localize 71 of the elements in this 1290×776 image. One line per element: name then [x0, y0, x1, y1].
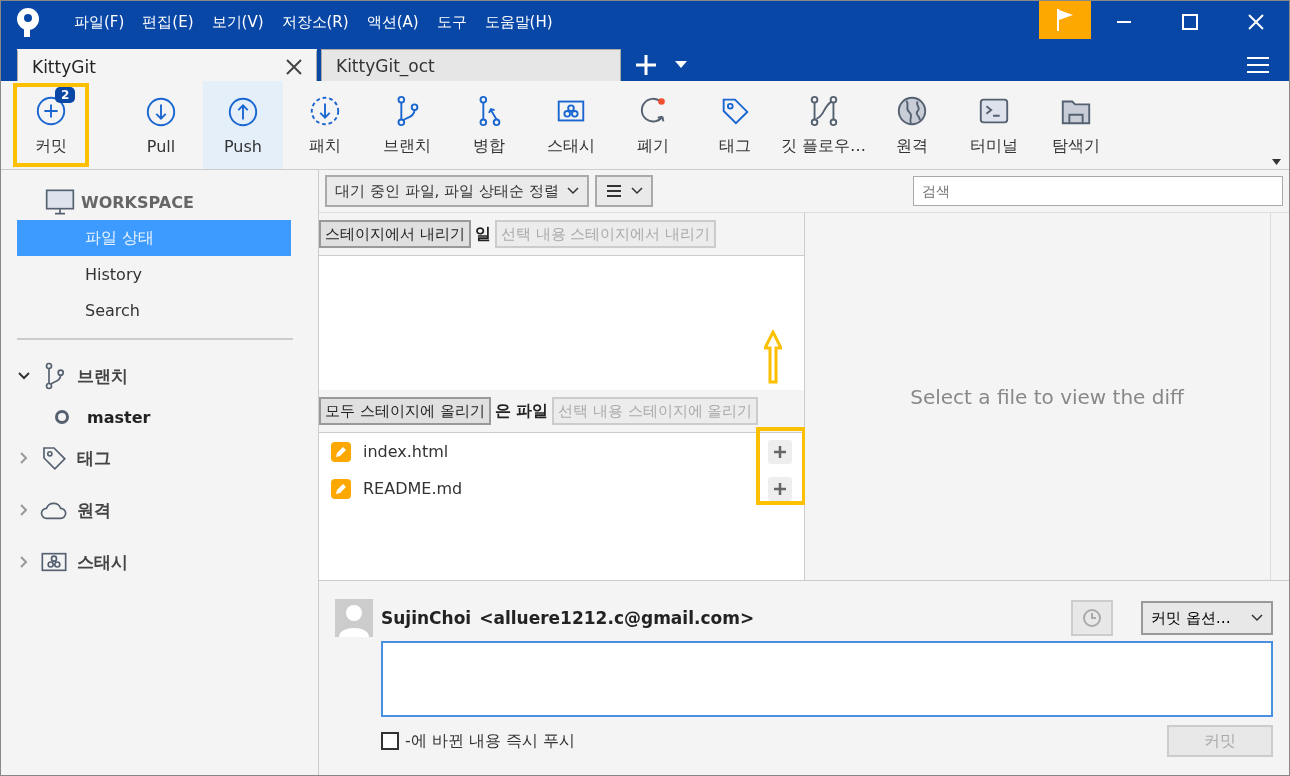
- unstage-all-button[interactable]: 스테이지에서 내리기: [319, 220, 471, 248]
- app-logo: [15, 7, 41, 37]
- checkbox-label[interactable]: -에 바뀐 내용 즉시 푸시: [405, 730, 576, 752]
- patch-button[interactable]: 패치: [285, 81, 365, 169]
- empty-diff-message: Select a file to view the diff: [910, 384, 1184, 409]
- plus-icon: [773, 481, 787, 496]
- menu-item[interactable]: 도구: [427, 12, 476, 32]
- close-icon[interactable]: [286, 58, 302, 75]
- repository-tab[interactable]: KittyGit_oct: [321, 49, 621, 81]
- clock-icon: [1082, 608, 1102, 628]
- count-badge: 2: [55, 87, 76, 103]
- overflow-icon[interactable]: [1272, 159, 1281, 165]
- section-title[interactable]: 원격: [77, 498, 111, 522]
- push-button[interactable]: Push: [203, 81, 283, 169]
- sort-dropdown[interactable]: 대기 중인 파일, 파일 상태순 정렬: [325, 175, 589, 207]
- caret-icon: [1251, 614, 1263, 622]
- terminal-button[interactable]: 터미널: [954, 81, 1035, 169]
- panel-title: 일: [474, 223, 491, 245]
- stage-file-button[interactable]: [768, 439, 792, 464]
- highlight-arrow: [764, 330, 782, 384]
- section-title[interactable]: 브랜치: [77, 364, 128, 388]
- search-field[interactable]: 검색: [913, 176, 1283, 206]
- file-name[interactable]: README.md: [363, 479, 463, 498]
- menu-item[interactable]: 도움말(H): [475, 12, 562, 32]
- close-icon: [1248, 14, 1264, 30]
- sidebar-item[interactable]: History: [17, 256, 291, 292]
- commit-options-dropdown[interactable]: 커밋 옵션…: [1141, 601, 1273, 635]
- modified-file-icon: [331, 478, 351, 499]
- stage-all-button[interactable]: 모두 스테이지에 올리기: [319, 397, 491, 425]
- caret-icon: [566, 187, 579, 195]
- discard-button[interactable]: 폐기: [613, 81, 693, 169]
- caret-icon: [630, 187, 643, 195]
- branch-button[interactable]: 브랜치: [367, 81, 447, 169]
- repository-tab[interactable]: KittyGit: [17, 49, 317, 81]
- flow-button[interactable]: 깃 플로우…: [777, 81, 871, 169]
- flag-icon: [1055, 7, 1075, 33]
- menu-item[interactable]: 파일(F): [65, 12, 134, 32]
- panel-title: 은 파일: [494, 400, 549, 422]
- add-tab-icon[interactable]: [635, 54, 657, 76]
- menu-item[interactable]: 저장소(R): [272, 12, 358, 32]
- monitor-icon: [45, 187, 75, 217]
- remote-button[interactable]: 원격: [872, 81, 953, 169]
- branch-item[interactable]: master: [87, 407, 151, 427]
- pull-button[interactable]: Pull: [121, 81, 201, 169]
- dropdown-icon[interactable]: [675, 61, 687, 69]
- menu-item[interactable]: 액션(A): [357, 12, 428, 32]
- sidebar-item[interactable]: Search: [17, 292, 291, 328]
- explorer-button[interactable]: 탐색기: [1036, 81, 1117, 169]
- author-name: SujinChoi: [381, 608, 472, 628]
- checkbox[interactable]: [381, 732, 399, 750]
- commit-button[interactable]: 커밋 2: [11, 81, 91, 169]
- commit-message-field[interactable]: [381, 641, 1273, 717]
- section-title[interactable]: 스태시: [77, 550, 128, 574]
- view-dropdown[interactable]: [594, 175, 653, 207]
- avatar: [335, 599, 373, 637]
- maximize-icon: [1182, 14, 1198, 30]
- plus-icon: [773, 444, 787, 459]
- list-icon: [604, 184, 623, 198]
- file-name[interactable]: index.html: [363, 442, 449, 461]
- tag-button[interactable]: 태그: [695, 81, 775, 169]
- merge-button[interactable]: 병합: [449, 81, 529, 169]
- menu-item[interactable]: 편집(E): [133, 12, 203, 32]
- stash-button[interactable]: 스태시: [531, 81, 611, 169]
- stage-file-button[interactable]: [768, 476, 792, 501]
- section-title[interactable]: 태그: [77, 446, 111, 470]
- section-title: WORKSPACE: [81, 192, 194, 212]
- menu-icon[interactable]: [1247, 56, 1269, 74]
- author-email: <alluere1212.c@gmail.com>: [479, 608, 755, 628]
- modified-file-icon: [331, 441, 351, 462]
- menu-item[interactable]: 보기(V): [202, 12, 273, 32]
- minimize-icon: [1116, 21, 1132, 23]
